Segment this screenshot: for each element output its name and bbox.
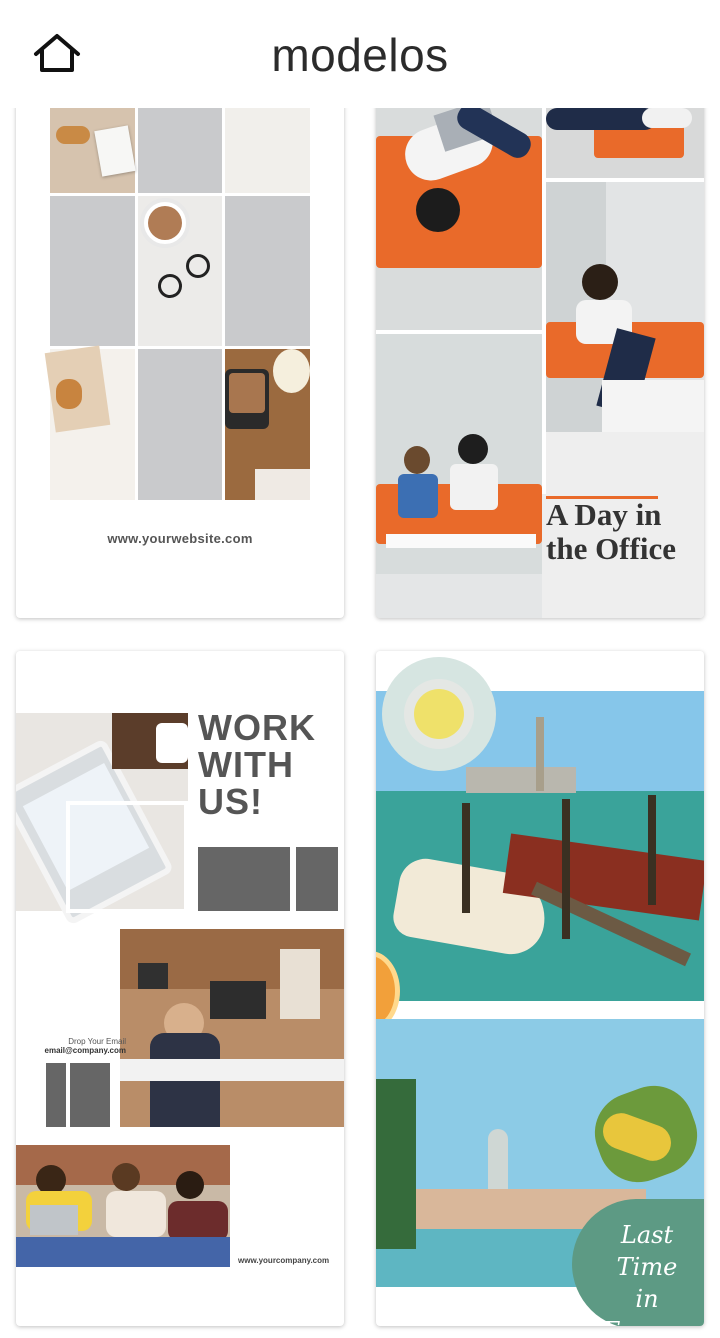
templates-grid: www.yourwebsite.com A Day in the Office … bbox=[0, 108, 720, 1338]
app-header: modelos bbox=[0, 0, 720, 108]
template-card-photo-grid[interactable]: www.yourwebsite.com bbox=[16, 108, 344, 618]
dark-block bbox=[46, 1063, 66, 1127]
placeholder-tile bbox=[138, 349, 222, 500]
photo-tile bbox=[50, 108, 136, 193]
dark-block bbox=[296, 847, 338, 911]
photo-frame bbox=[66, 801, 188, 913]
work-headline: WORK WITH US! bbox=[198, 707, 316, 822]
office-photo-top-right bbox=[546, 108, 704, 178]
photo-tile bbox=[225, 108, 310, 193]
daisy-flower bbox=[376, 651, 502, 777]
template-card-work-with-us[interactable]: WORK WITH US! Drop Your Email email@comp… bbox=[16, 651, 344, 1326]
photo-tile bbox=[225, 349, 310, 500]
page-title: modelos bbox=[271, 29, 449, 81]
placeholder-tile bbox=[225, 196, 310, 346]
photo-tile bbox=[44, 345, 135, 500]
office-photo-right-mid bbox=[546, 182, 704, 494]
company-website: www.yourcompany.com bbox=[238, 1256, 330, 1265]
europe-title: Last Time in Europe bbox=[603, 1221, 691, 1326]
office-photo-bottom-left bbox=[376, 334, 542, 618]
office-team-photo bbox=[120, 929, 344, 1127]
template-card-europe[interactable]: Last Time in Europe bbox=[376, 651, 704, 1326]
template-preview bbox=[44, 108, 310, 500]
template-website-text: www.yourwebsite.com bbox=[107, 531, 253, 546]
photo-tile bbox=[138, 196, 222, 346]
drop-email-block: Drop Your Email email@company.com bbox=[44, 1037, 126, 1055]
template-card-office[interactable]: A Day in the Office bbox=[376, 108, 704, 618]
team-photo bbox=[16, 1145, 230, 1267]
office-photo-top-left bbox=[376, 108, 542, 330]
office-title: A Day in the Office bbox=[546, 497, 676, 566]
placeholder-tile bbox=[50, 196, 135, 346]
placeholder-tile bbox=[138, 108, 222, 193]
dark-block bbox=[70, 1063, 110, 1127]
dark-block bbox=[198, 847, 290, 911]
